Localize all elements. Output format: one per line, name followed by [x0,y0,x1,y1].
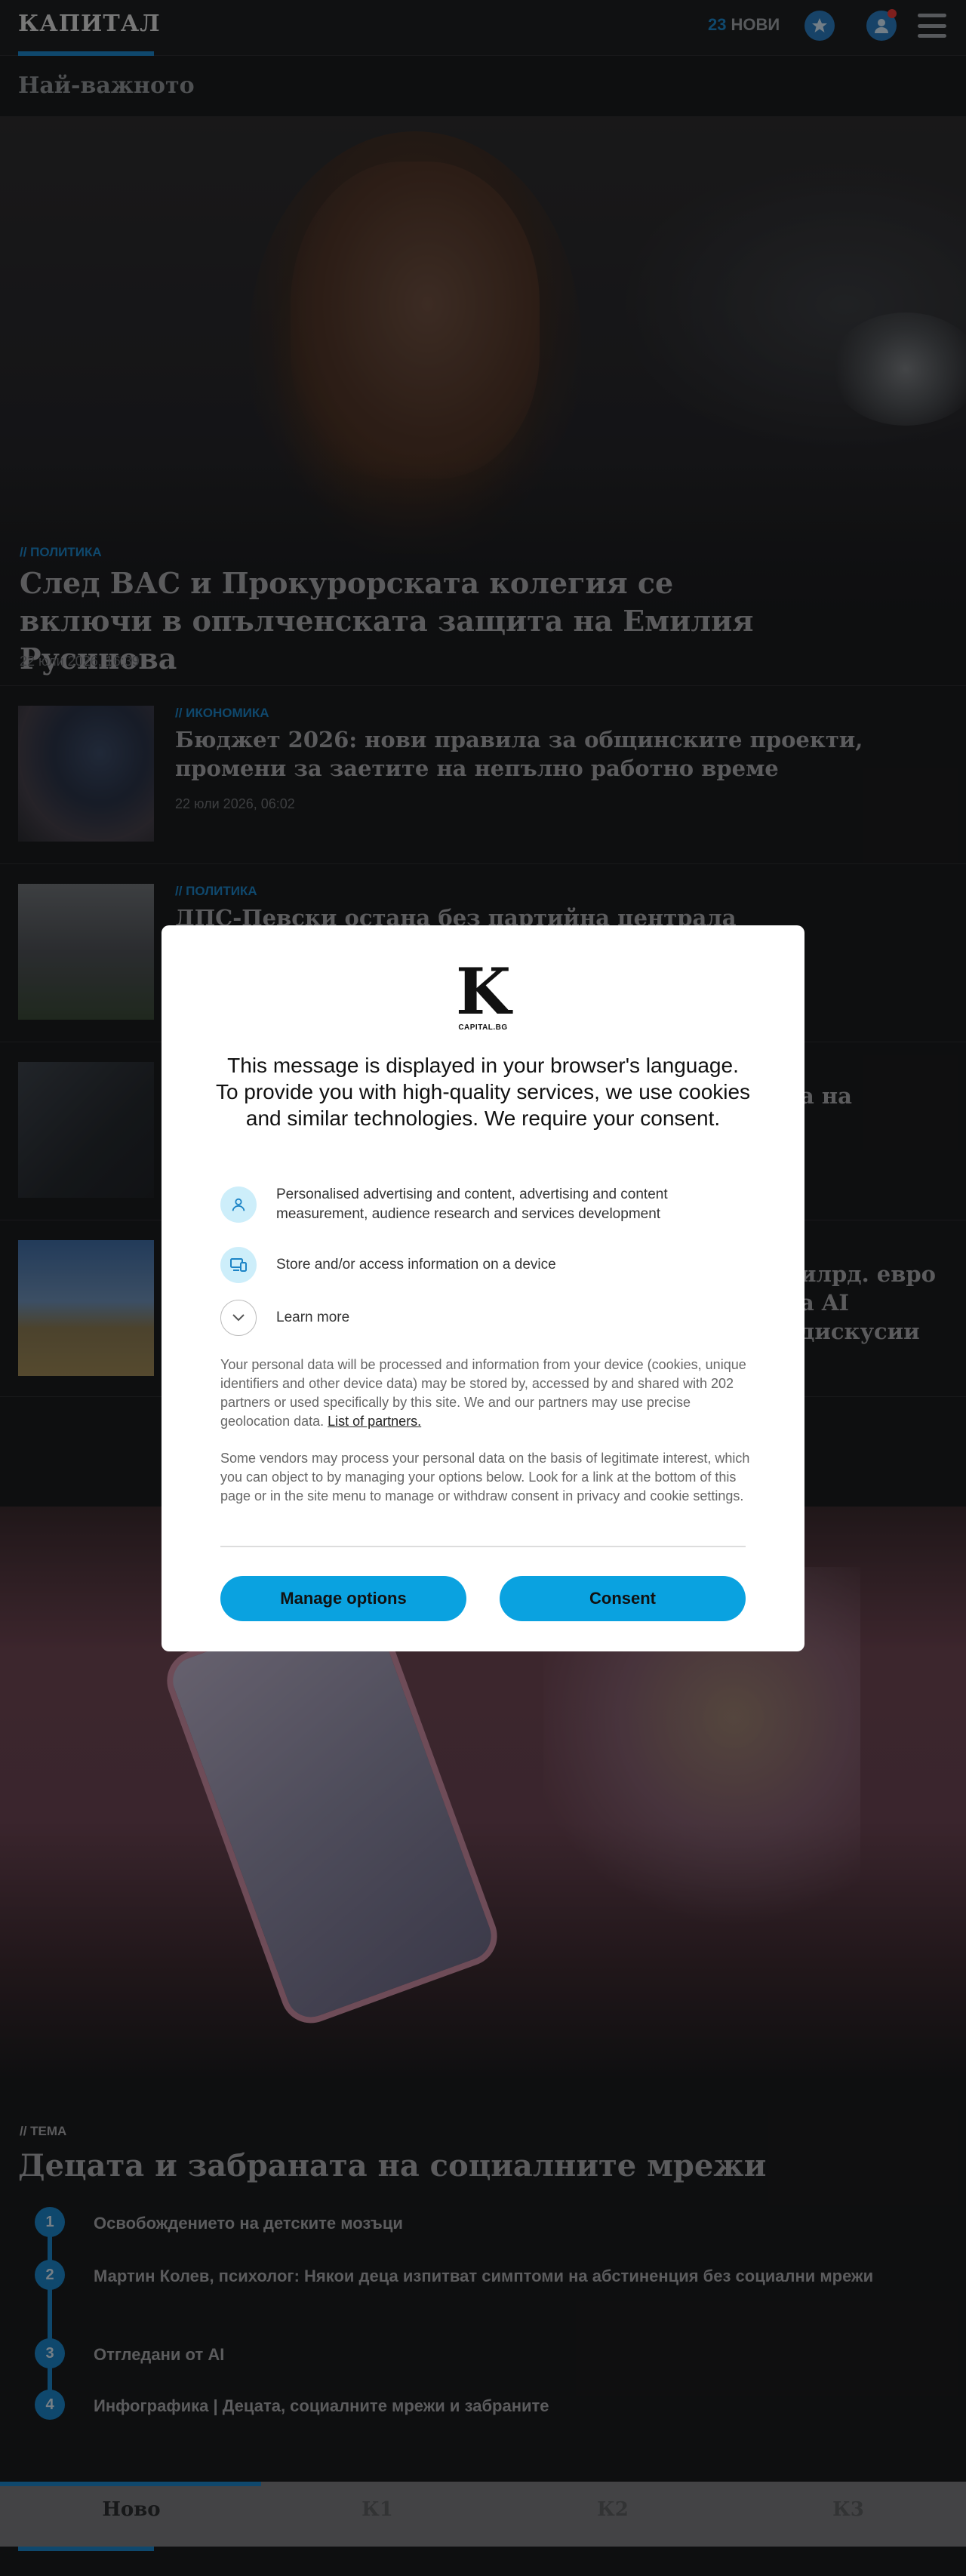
consent-paragraph-2: Some vendors may process your personal d… [220,1451,750,1503]
consent-paragraph-1: Your personal data will be processed and… [220,1356,750,1431]
learn-more-toggle[interactable]: Learn more [220,1300,749,1337]
device-icon [220,1247,257,1283]
capital-logo: K CAPITAL.BG [456,954,512,1036]
consent-button[interactable]: Consent [500,1576,746,1621]
purpose-text: Store and/or access information on a dev… [276,1257,556,1273]
consent-heading: This message is displayed in your browse… [215,1054,751,1130]
divider [220,1546,746,1547]
consent-dialog: K CAPITAL.BG This message is displayed i… [162,925,804,1651]
manage-options-button[interactable]: Manage options [220,1576,466,1621]
partners-link[interactable]: List of partners. [328,1414,421,1429]
purpose-personalised-ads: Personalised advertising and content, ad… [220,1186,749,1232]
person-icon [220,1186,257,1223]
learn-more-label[interactable]: Learn more [276,1308,759,1328]
paragraph-text: Your personal data will be processed and… [220,1357,746,1429]
logo-caption: CAPITAL.BG [458,1023,508,1032]
logo-letter: K [456,954,512,1029]
purpose-text: Personalised advertising and content, ad… [276,1186,668,1222]
chevron-down-icon[interactable] [220,1300,257,1336]
purpose-device-storage: Store and/or access information on a dev… [220,1247,749,1285]
